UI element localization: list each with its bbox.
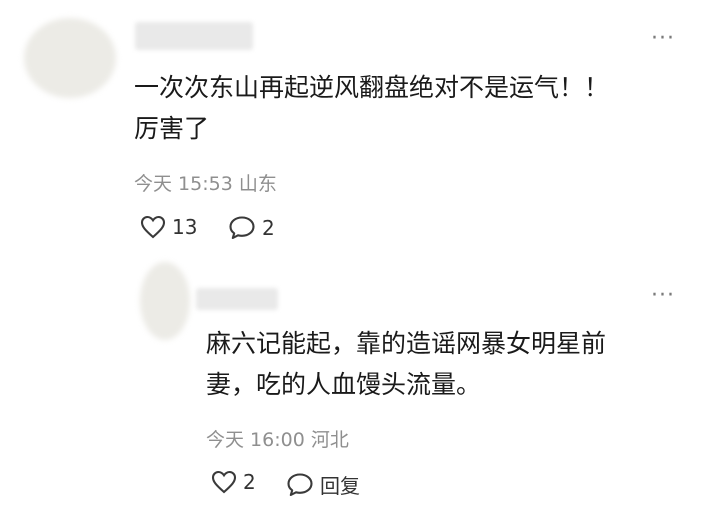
like-button[interactable]: 2 [211,470,256,494]
avatar[interactable] [140,262,190,340]
reply-timestamp: 今天 16:00 河北 [206,429,349,451]
reply-label: 回复 [320,474,360,498]
username-blurred[interactable] [135,22,253,50]
comment-button[interactable]: 2 [228,215,275,240]
comment-bubble-icon [287,473,313,497]
reply-text-line: 妻，吃的人血馒头流量。 [206,370,482,399]
like-button[interactable]: 13 [140,215,197,239]
comment-text: 一次次东山再起逆风翻盘绝对不是运气！！ 厉害了 [134,67,694,149]
reply-text-line: 麻六记能起，靠的造谣网暴女明星前 [206,329,607,358]
heart-icon [140,215,166,239]
username-blurred[interactable] [196,288,278,310]
more-dots-icon[interactable]: ··· [651,28,675,50]
more-dots-icon[interactable]: ··· [651,285,675,307]
reply-text: 麻六记能起，靠的造谣网暴女明星前 妻，吃的人血馒头流量。 [206,323,686,405]
heart-icon [211,470,237,494]
comment-text-line: 一次次东山再起逆风翻盘绝对不是运气！！ [134,73,610,102]
comment-bubble-icon [229,216,255,240]
like-count: 13 [172,215,198,239]
like-count: 2 [243,470,256,494]
reply-button[interactable]: 回复 [286,470,360,499]
reply-count: 2 [262,215,275,240]
comment-text-line: 厉害了 [134,114,210,143]
avatar[interactable] [24,18,116,98]
comment-timestamp: 今天 15:53 山东 [134,173,277,195]
